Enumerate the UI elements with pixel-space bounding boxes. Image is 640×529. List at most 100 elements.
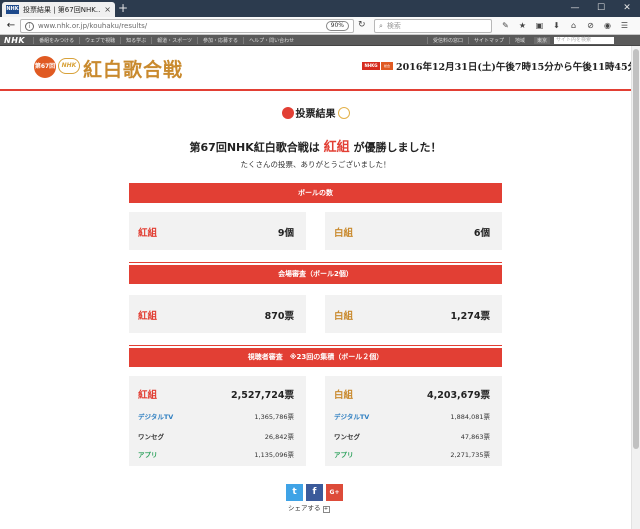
balls-red-value: 9個 xyxy=(277,228,294,239)
nhkg-sub-badge: 総合 xyxy=(381,62,393,70)
nhk-favicon-icon: NHK xyxy=(6,5,19,14)
nhk-oval-logo: NHK xyxy=(58,58,80,74)
share-label-text: シェアする xyxy=(288,504,321,512)
nhk-link-news[interactable]: 報道・スポーツ xyxy=(151,36,197,44)
nhk-logo[interactable]: NHK xyxy=(4,36,25,45)
tab-strip: NHK 投票結果 | 第67回NHK… × + — ☐ ✕ xyxy=(0,0,640,17)
judges-red-box: 紅組 870票 xyxy=(129,295,306,333)
share-label[interactable]: シェアする + xyxy=(288,502,330,513)
reload-icon[interactable]: ↻ xyxy=(358,20,366,30)
judges-white-label: 白組 xyxy=(334,311,354,322)
search-icon: ⌕ xyxy=(379,21,383,30)
kouhaku-header: 第67回 NHK 紅白歌合戦 NHKG 総合 2016年12月31日(土)午後7… xyxy=(0,46,640,91)
customize-icon[interactable]: ✎ xyxy=(500,20,511,31)
download-icon[interactable]: ⬇ xyxy=(551,20,562,31)
red-dot-icon xyxy=(281,107,294,119)
balls-white-label: 白組 xyxy=(334,228,354,239)
url-text[interactable]: www.nhk.or.jp/kouhaku/results/ xyxy=(38,22,326,30)
judges-red-label: 紅組 xyxy=(138,311,158,322)
viewers-red-label: 紅組 xyxy=(138,390,158,401)
page-scrollbar[interactable] xyxy=(631,46,640,529)
url-bar[interactable]: i www.nhk.or.jp/kouhaku/results/ 90% xyxy=(20,19,354,33)
nhk-global-bar: NHK 番組をみつける ウェブで視聴 知る学ぶ 報道・スポーツ 参加・応募する … xyxy=(0,35,640,46)
zoom-level[interactable]: 90% xyxy=(325,21,349,31)
broadcast-time: 2016年12月31日(土)午後7時15分から午後11時45分 xyxy=(396,62,638,73)
new-tab-button[interactable]: + xyxy=(118,1,128,15)
white-oneseg-label: ワンセグ xyxy=(334,433,360,441)
maximize-button[interactable]: ☐ xyxy=(588,0,614,17)
nhk-link-find[interactable]: 番組をみつける xyxy=(33,36,79,44)
red-digital-tv-value: 1,365,786票 xyxy=(254,413,294,421)
site-info-icon[interactable]: i xyxy=(25,21,34,31)
kouhaku-title-logo[interactable]: 紅白歌合戦 xyxy=(83,55,183,82)
red-app-value: 1,135,096票 xyxy=(254,451,294,459)
white-app-label: アプリ xyxy=(334,451,354,459)
viewers-section-header: 視聴者審査 ※23回の集積（ボール２個） xyxy=(129,348,502,367)
red-oneseg-label: ワンセグ xyxy=(138,433,164,441)
viewers-white-box: 白組 4,203,679票 デジタルTV 1,884,081票 ワンセグ 47,… xyxy=(325,376,502,466)
white-app-value: 2,271,735票 xyxy=(450,451,490,459)
judges-white-value: 1,274票 xyxy=(450,311,490,322)
results-title-text: 投票結果 xyxy=(295,109,336,120)
viewers-red-box: 紅組 2,527,724票 デジタルTV 1,365,786票 ワンセグ 26,… xyxy=(129,376,306,466)
gplus-share-button[interactable]: G+ xyxy=(326,484,343,501)
headline-post: が優勝しました！ xyxy=(353,141,442,154)
headline-team: 紅組 xyxy=(323,140,350,155)
facebook-share-button[interactable]: f xyxy=(306,484,323,501)
white-oneseg-value: 47,863票 xyxy=(460,433,490,441)
share-buttons: t f G+ xyxy=(286,484,343,501)
nhk-link-help[interactable]: ヘルプ・問い合わせ xyxy=(243,36,299,44)
window-controls: — ☐ ✕ xyxy=(562,0,640,17)
balls-section-header: ボールの数 xyxy=(129,183,502,203)
scrollbar-thumb[interactable] xyxy=(633,49,639,449)
judges-section-rule xyxy=(129,262,502,263)
viewers-white-value: 4,203,679票 xyxy=(427,390,490,401)
browser-tab[interactable]: NHK 投票結果 | 第67回NHK… × xyxy=(2,2,115,17)
block-icon[interactable]: ⊘ xyxy=(585,20,596,31)
nhkg-channel-badge: NHKG xyxy=(362,62,380,70)
white-dot-icon xyxy=(337,107,350,119)
shield-icon[interactable]: ◉ xyxy=(602,20,613,31)
thanks-message: たくさんの投票、ありがとうございました！ xyxy=(240,160,391,169)
close-window-button[interactable]: ✕ xyxy=(614,0,640,17)
headline-pre: 第67回NHK紅白歌合戦は xyxy=(189,141,320,154)
browser-search-input[interactable]: ⌕ 検索 xyxy=(374,19,492,33)
balls-white-box: 白組 6個 xyxy=(325,212,502,250)
clipboard-icon[interactable]: ▣ xyxy=(534,20,545,31)
nhk-link-watch[interactable]: ウェブで視聴 xyxy=(79,36,120,44)
minimize-button[interactable]: — xyxy=(562,0,588,17)
nhk-link-sitemap[interactable]: サイトマップ xyxy=(467,37,509,44)
viewers-red-value: 2,527,724票 xyxy=(231,390,294,401)
nhk-link-learn[interactable]: 知る学ぶ xyxy=(120,36,151,44)
site-search-input[interactable]: サイト内を検索 xyxy=(554,37,614,44)
close-tab-icon[interactable]: × xyxy=(104,5,111,14)
twitter-share-button[interactable]: t xyxy=(286,484,303,501)
red-oneseg-value: 26,842票 xyxy=(264,433,294,441)
region-select[interactable]: 東京 xyxy=(533,37,550,44)
back-button[interactable]: ← xyxy=(4,20,18,31)
balls-white-value: 6個 xyxy=(473,228,490,239)
edition-badge: 第67回 xyxy=(34,56,56,78)
bookmark-star-icon[interactable]: ★ xyxy=(517,20,528,31)
toolbar-icons: ✎ ★ ▣ ⬇ ⌂ ⊘ ◉ ☰ xyxy=(500,20,630,31)
search-placeholder: 検索 xyxy=(386,22,401,30)
menu-icon[interactable]: ☰ xyxy=(619,20,630,31)
home-icon[interactable]: ⌂ xyxy=(568,20,579,31)
red-digital-tv-label: デジタルTV xyxy=(138,413,174,421)
judges-red-value: 870票 xyxy=(264,311,294,322)
nhk-link-join[interactable]: 参加・応募する xyxy=(197,36,243,44)
red-app-label: アプリ xyxy=(138,451,158,459)
balls-red-box: 紅組 9個 xyxy=(129,212,306,250)
tab-title: 投票結果 | 第67回NHK… xyxy=(23,5,102,14)
navigation-bar: ← i www.nhk.or.jp/kouhaku/results/ 90% ↻… xyxy=(0,17,640,35)
white-digital-tv-label: デジタルTV xyxy=(334,413,370,421)
expand-plus-icon[interactable]: + xyxy=(322,506,330,513)
winner-headline: 第67回NHK紅白歌合戦は 紅組 が優勝しました！ xyxy=(0,136,631,155)
nhk-link-fee[interactable]: 受信料の窓口 xyxy=(426,37,468,44)
white-digital-tv-value: 1,884,081票 xyxy=(450,413,490,421)
judges-section-header: 会場審査（ボール2個） xyxy=(129,265,502,284)
viewers-section-rule xyxy=(129,345,502,346)
nhk-bar-right: 受信料の窓口 サイトマップ 地域 東京 サイト内を検索 xyxy=(426,35,614,46)
results-heading: 投票結果 xyxy=(0,105,631,120)
region-label: 地域 xyxy=(508,37,530,44)
